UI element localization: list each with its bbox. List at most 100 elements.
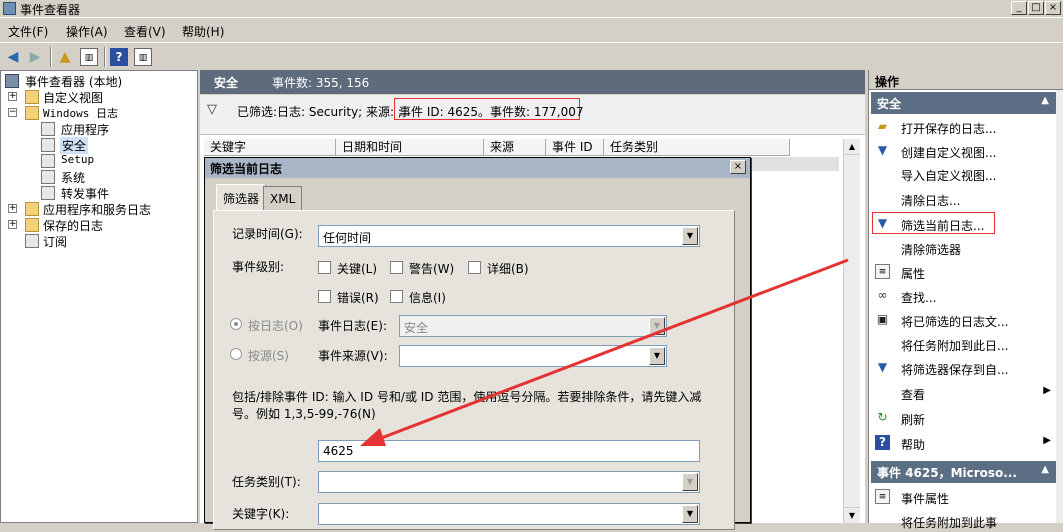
information-checkbox[interactable]: [390, 290, 403, 303]
forward-icon[interactable]: ▶: [26, 48, 44, 66]
action-attach-task-to-event[interactable]: 将任务附加到此事: [873, 510, 1057, 532]
collapse-arrow-icon[interactable]: ▲: [1041, 95, 1049, 106]
event-id-description-line2: 号。例如 1,3,5-99,-76(N): [232, 407, 376, 421]
task-category-select[interactable]: ▼: [318, 471, 700, 493]
show-hide-action-pane-icon[interactable]: ▥: [134, 48, 152, 66]
window-title: 事件查看器: [20, 3, 81, 17]
by-log-label: 按日志(O): [248, 319, 303, 333]
event-id-input[interactable]: 4625: [318, 440, 700, 462]
tab-filter[interactable]: 筛选器: [216, 184, 267, 211]
tree-item-saved-logs[interactable]: + 保存的日志: [5, 217, 195, 233]
menu-action[interactable]: 操作(A): [66, 23, 108, 40]
action-view[interactable]: 查看 ▶: [873, 382, 1057, 404]
action-refresh[interactable]: ↻ 刷新: [873, 407, 1057, 429]
action-find[interactable]: ∞ 查找...: [873, 285, 1057, 307]
list-scrollbar[interactable]: ▲ ▼: [843, 139, 860, 523]
critical-checkbox[interactable]: [318, 261, 331, 274]
action-import-custom-view[interactable]: 导入自定义视图...: [873, 163, 1057, 185]
verbose-checkbox[interactable]: [468, 261, 481, 274]
actions-section-security[interactable]: 安全 ▲: [871, 92, 1057, 114]
by-log-radio[interactable]: [230, 318, 242, 330]
tree-item-windows-logs[interactable]: − Windows 日志: [5, 105, 195, 121]
column-datetime[interactable]: 日期和时间: [336, 139, 484, 156]
actions-section-event[interactable]: 事件 4625，Microso... ▲: [871, 461, 1057, 483]
chevron-down-icon[interactable]: ▼: [682, 227, 698, 245]
event-sources-select[interactable]: ▼: [399, 345, 667, 367]
warning-checkbox[interactable]: [390, 261, 403, 274]
action-save-filtered-log[interactable]: ▣ 将已筛选的日志文...: [873, 309, 1057, 331]
tree-item-security[interactable]: 安全: [41, 137, 191, 154]
filter-bar: ▽ 已筛选:日志: Security; 来源: ; 事件 ID: 4625。事件…: [200, 95, 865, 135]
tree-item-forwarded[interactable]: 转发事件: [41, 185, 191, 201]
actions-pane: 操作 安全 ▲ ▰ 打开保存的日志... ▼ 创建自定义视图... 导入自定义视图…: [868, 70, 1063, 530]
column-event-id[interactable]: 事件 ID: [546, 139, 604, 156]
error-checkbox[interactable]: [318, 290, 331, 303]
event-logs-label: 事件日志(E):: [318, 319, 387, 333]
submenu-arrow-icon: ▶: [1043, 385, 1051, 396]
chevron-down-icon[interactable]: ▼: [682, 505, 698, 523]
action-clear-filter[interactable]: 清除筛选器: [873, 237, 1057, 259]
filter-save-icon: ▼: [877, 360, 888, 374]
keywords-select[interactable]: ▼: [318, 503, 700, 525]
tab-xml[interactable]: XML: [263, 186, 303, 210]
title-bar: 事件查看器 _ □ ×: [0, 0, 1063, 18]
help-icon[interactable]: ?: [110, 48, 128, 66]
menu-help[interactable]: 帮助(H): [182, 23, 224, 40]
refresh-icon: ↻: [877, 410, 888, 424]
tree-item-root[interactable]: 事件查看器 (本地): [5, 73, 195, 89]
error-label: 错误(R): [337, 291, 379, 305]
expand-icon[interactable]: +: [8, 92, 17, 101]
tree-item-setup[interactable]: Setup: [41, 153, 191, 169]
tree-item-app-services[interactable]: + 应用程序和服务日志: [5, 201, 195, 217]
verbose-label: 详细(B): [487, 262, 529, 276]
action-save-filter-to-custom-view[interactable]: ▼ 将筛选器保存到自...: [873, 357, 1057, 379]
tree-item-application[interactable]: 应用程序: [41, 121, 191, 137]
show-hide-tree-icon[interactable]: ▥: [80, 48, 98, 66]
logged-select[interactable]: 任何时间 ▼: [318, 225, 700, 247]
log-name: 安全: [214, 76, 239, 90]
up-folder-icon[interactable]: ▲: [56, 48, 74, 66]
chevron-down-icon[interactable]: ▼: [649, 347, 665, 365]
tree-item-custom-views[interactable]: + 自定义视图: [5, 89, 195, 105]
event-id-description-line1: 包括/排除事件 ID: 输入 ID 号和/或 ID 范围，使用逗号分隔。若要排除…: [232, 390, 702, 404]
event-row-partial[interactable]: [751, 157, 839, 171]
actions-header: 操作: [869, 70, 1063, 90]
menu-view[interactable]: 查看(V): [124, 23, 166, 40]
properties-icon: ≡: [875, 489, 890, 504]
logged-label: 记录时间(G):: [232, 227, 303, 241]
collapse-arrow-icon[interactable]: ▲: [1041, 464, 1049, 475]
dialog-close-button[interactable]: ×: [730, 160, 746, 174]
close-window-button[interactable]: ×: [1045, 1, 1061, 15]
tree-item-system[interactable]: 系统: [41, 169, 191, 185]
action-clear-log[interactable]: 清除日志...: [873, 188, 1057, 210]
log-header: 安全 事件数: 355, 156: [200, 70, 865, 94]
column-source[interactable]: 来源: [484, 139, 546, 156]
by-source-radio[interactable]: [230, 348, 242, 360]
column-keywords[interactable]: 关键字: [204, 139, 336, 156]
properties-icon: ≡: [875, 264, 890, 279]
action-create-custom-view[interactable]: ▼ 创建自定义视图...: [873, 140, 1057, 162]
action-event-properties[interactable]: ≡ 事件属性: [873, 486, 1057, 508]
expand-icon[interactable]: +: [8, 220, 17, 229]
log-icon: [41, 122, 55, 136]
expand-icon[interactable]: +: [8, 204, 17, 213]
warning-label: 警告(W): [409, 262, 455, 276]
collapse-icon[interactable]: −: [8, 108, 17, 117]
action-help[interactable]: ? 帮助 ▶: [873, 432, 1057, 454]
actions-scrollbar[interactable]: [1056, 90, 1063, 523]
event-count: 事件数: 355, 156: [272, 76, 370, 90]
maximize-button[interactable]: □: [1028, 1, 1044, 15]
action-properties[interactable]: ≡ 属性: [873, 261, 1057, 283]
folder-icon: [25, 202, 39, 216]
chevron-down-icon: ▼: [649, 317, 665, 335]
column-task-category[interactable]: 任务类别: [604, 139, 790, 156]
minimize-button[interactable]: _: [1011, 1, 1027, 15]
save-icon: ▣: [876, 312, 889, 326]
chevron-down-icon[interactable]: ▼: [682, 473, 698, 491]
menu-file[interactable]: 文件(F): [8, 23, 48, 40]
action-open-saved-log[interactable]: ▰ 打开保存的日志...: [873, 116, 1057, 138]
action-attach-task-to-log[interactable]: 将任务附加到此日...: [873, 333, 1057, 355]
back-icon[interactable]: ◀: [4, 48, 22, 66]
tree-item-subscriptions[interactable]: 订阅: [5, 233, 195, 249]
event-viewer-icon: [5, 74, 19, 88]
